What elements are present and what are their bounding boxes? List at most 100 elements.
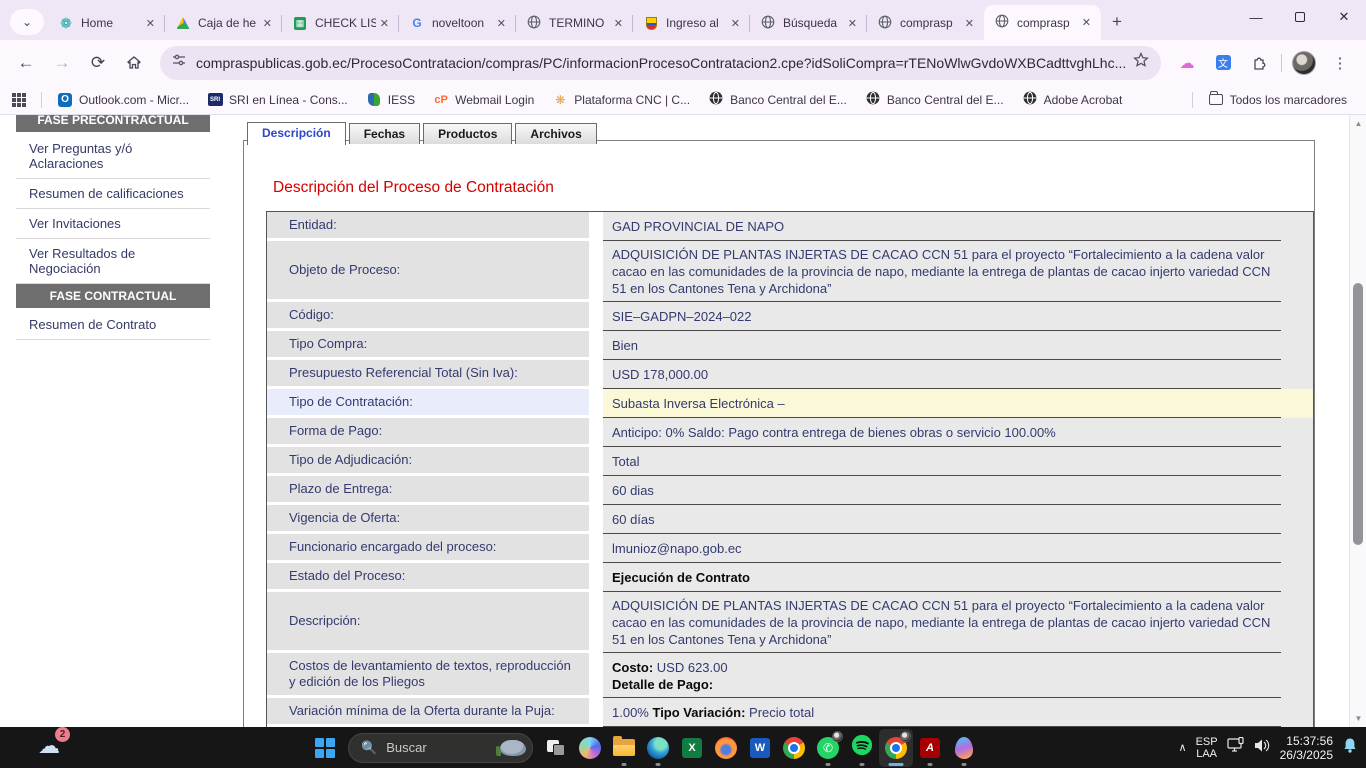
forward-icon[interactable]: → [46,47,78,79]
url-text[interactable]: compraspublicas.gob.ec/ProcesoContrataci… [196,55,1125,71]
page-scrollbar[interactable]: ▲ ▼ [1349,115,1366,727]
taskbar-paint-gradient-button[interactable] [947,729,981,767]
globe-icon [527,15,541,32]
taskbar-acrobat-button[interactable]: A [913,729,947,767]
google-translate-icon[interactable]: 文 [1208,48,1238,78]
tab-fechas[interactable]: Fechas [349,123,420,144]
tab-close-icon[interactable]: ✕ [844,16,861,31]
value-text: lmunioz@napo.gob.ec [612,541,742,556]
browser-tab-home[interactable]: ❁Home✕ [48,6,165,40]
taskbar-spotify-button[interactable] [845,729,879,767]
tray-chevron-icon[interactable]: ∧ [1179,741,1187,754]
taskbar-task-view-button[interactable] [539,729,573,767]
tab-descripción[interactable]: Descripción [247,122,346,145]
new-tab-button[interactable]: + [1103,8,1131,36]
taskbar-search-box[interactable]: 🔍Buscar [348,733,533,763]
row-label: Costos de levantamiento de textos, repro… [267,653,589,698]
sidebar-item-resumen-de-calificaciones[interactable]: Resumen de calificaciones [16,179,210,209]
web-page: FASE PRECONTRACTUALVer Preguntas y/ó Acl… [0,115,1366,727]
taskbar-file-explorer-button[interactable] [607,729,641,767]
taskbar-chrome-active-button[interactable] [879,729,913,767]
row-value: Total [603,447,1313,476]
all-bookmarks-button[interactable]: Todos los marcadores [1208,92,1347,108]
bookmark-item[interactable]: OOutlook.com - Micr... [57,92,189,108]
minimize-icon[interactable]: — [1234,0,1278,34]
bookmark-star-icon[interactable] [1133,52,1149,73]
home-icon[interactable] [118,47,150,79]
browser-tab-check-lis[interactable]: ▦CHECK LIS✕ [282,6,399,40]
bookmark-item[interactable]: ❋Plataforma CNC | C... [552,92,690,108]
bookmark-item[interactable]: IESS [366,92,415,108]
tab-close-icon[interactable]: ✕ [961,16,978,31]
volume-icon[interactable] [1254,738,1271,758]
bookmark-item[interactable]: Banco Central del E... [708,92,847,108]
address-bar[interactable]: compraspublicas.gob.ec/ProcesoContrataci… [160,46,1161,80]
bookmark-label: Banco Central del E... [730,93,847,107]
tab-close-icon[interactable]: ✕ [376,16,393,31]
value-text: Bien [612,338,638,353]
scrollbar-thumb[interactable] [1353,283,1363,545]
browser-tab-noveltoon[interactable]: Gnoveltoon✕ [399,6,516,40]
browser-tab-comprasp[interactable]: comprasp✕ [984,5,1101,40]
sidebar-item-ver-invitaciones[interactable]: Ver Invitaciones [16,209,210,239]
pink-cloud-extension-icon[interactable]: ☁ [1172,48,1202,78]
bookmark-item[interactable]: cPWebmail Login [433,92,534,108]
value-text: ADQUISICIÓN DE PLANTAS INJERTAS DE CACAO… [612,598,1270,647]
taskbar-clock[interactable]: 15:37:5626/3/2025 [1280,734,1333,762]
maximize-icon[interactable] [1278,0,1322,34]
taskbar-excel-button[interactable]: X [675,729,709,767]
tab-close-icon[interactable]: ✕ [259,16,276,31]
sidebar-item-ver-preguntas-y-aclaraciones[interactable]: Ver Preguntas y/ó Aclaraciones [16,134,210,179]
tab-productos[interactable]: Productos [423,123,512,144]
browser-tab-comprasp[interactable]: comprasp✕ [867,6,984,40]
tab-close-icon[interactable]: ✕ [610,16,627,31]
scroll-up-icon[interactable]: ▲ [1353,119,1364,128]
bookmark-label: Plataforma CNC | C... [574,93,690,107]
taskbar-whatsapp-button[interactable]: ✆ [811,729,845,767]
value-text: Costo: [612,660,657,675]
browser-tab-b-squeda[interactable]: Búsqueda✕ [750,6,867,40]
tab-search-button[interactable]: ⌄ [10,9,44,35]
browser-menu-icon[interactable]: ⋮ [1325,48,1355,78]
sidebar-item-resumen-de-contrato[interactable]: Resumen de Contrato [16,310,210,340]
bookmark-items: OOutlook.com - Micr... SRISRI en Línea - … [48,92,1131,108]
process-detail-table: Entidad:GAD PROVINCIAL DE NAPOObjeto de … [266,211,1314,727]
browser-tab-caja-de-he[interactable]: Caja de he✕ [165,6,282,40]
firefox-icon [715,737,737,759]
taskbar-edge-button[interactable] [641,729,675,767]
tab-close-icon[interactable]: ✕ [493,16,510,31]
sidebar-item-ver-resultados-de-negociaci-n[interactable]: Ver Resultados de Negociación [16,239,210,284]
bookmark-label: Adobe Acrobat [1044,93,1123,107]
row-label: Objeto de Proceso: [267,241,589,302]
search-icon: 🔍 [361,740,377,756]
apps-grid-icon[interactable] [12,93,26,107]
taskbar-copilot-button[interactable] [573,729,607,767]
taskbar-chrome-button[interactable] [777,729,811,767]
tab-archivos[interactable]: Archivos [515,123,596,144]
taskbar-word-button[interactable]: W [743,729,777,767]
browser-tab-ingreso-al[interactable]: Ingreso al✕ [633,6,750,40]
profile-avatar[interactable] [1289,48,1319,78]
taskbar-firefox-button[interactable] [709,729,743,767]
tab-close-icon[interactable]: ✕ [1078,15,1095,30]
tab-close-icon[interactable]: ✕ [142,16,159,31]
language-indicator[interactable]: ESPLAA [1196,736,1218,760]
notification-bell-icon[interactable] [1342,737,1358,759]
bookmark-item[interactable]: Banco Central del E... [865,92,1004,108]
value-text: Subasta Inversa Electrónica – [612,396,785,411]
weather-cloud-widget[interactable]: ☁ 2 [38,731,60,761]
extensions-puzzle-icon[interactable] [1244,48,1274,78]
site-settings-icon[interactable] [172,53,186,72]
bookmark-item[interactable]: Adobe Acrobat [1022,92,1123,108]
close-icon[interactable]: ✕ [1322,0,1366,34]
tab-title: Caja de he [198,16,259,30]
taskbar-start-button[interactable] [308,729,342,767]
back-icon[interactable]: ← [10,47,42,79]
cast-display-icon[interactable] [1227,737,1245,758]
tab-close-icon[interactable]: ✕ [727,16,744,31]
bookmark-item[interactable]: SRISRI en Línea - Cons... [207,92,348,108]
reload-icon[interactable]: ⟳ [82,47,114,79]
value-text: Total [612,454,639,469]
browser-tab-termino[interactable]: TERMINO✕ [516,6,633,40]
scroll-down-icon[interactable]: ▼ [1353,714,1364,723]
